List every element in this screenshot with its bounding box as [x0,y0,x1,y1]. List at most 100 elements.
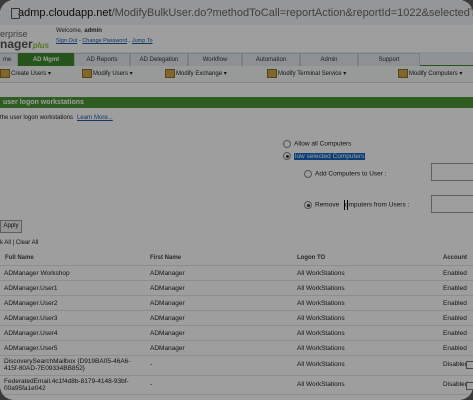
table-row[interactable]: ADManager.User2 ADManager All WorkStatio… [0,295,473,311]
add-computers-radio[interactable] [304,170,312,178]
row-checkbox[interactable] [466,382,473,390]
cell-full-name: ADManager.User1 [4,285,58,292]
table-row[interactable] [0,394,473,400]
table-row[interactable]: ADManager Workshop ADManager All WorkSta… [0,265,473,281]
cell-logon-to: All WorkStations [297,315,345,322]
cell-first-name: ADManager [150,270,185,277]
table-header: Full Name First Name Logon TO Account [0,254,473,264]
modify-terminal-service-label: Modify Terminal Service ▾ [278,71,347,78]
col-account[interactable]: Account [443,255,467,261]
col-full-name[interactable]: Full Name [5,255,34,261]
cell-full-name: ADManager.User2 [4,300,58,307]
col-logon-to[interactable]: Logon TO [297,255,325,261]
main-tabs: me AD Mgmt AD Reports AD Delegation Work… [0,52,473,67]
jump-to-link[interactable]: Jump To [132,38,153,44]
cell-account: Enabled [443,315,467,322]
remove-computers-label-a: Remove [315,201,342,209]
subtitle-text: the user logon workstations [0,115,74,121]
tab-ad-delegation[interactable]: AD Delegation [130,53,188,66]
col-first-name[interactable]: First Name [150,255,181,261]
cell-logon-to: All WorkStations [297,285,345,292]
cell-logon-to: All WorkStations [297,270,345,277]
tab-admin[interactable]: Admin [300,53,358,66]
row-checkbox[interactable] [466,361,473,369]
action-bar: Create Users ▾ Modify Users ▾ Modify Exc… [0,66,473,83]
modify-computers-label: Modify Computers ▾ [409,71,463,78]
table-row[interactable]: DiscoverySearchMailbox {D919BA05-46A6-41… [0,355,473,374]
modify-users-menu[interactable]: Modify Users ▾ [82,69,133,78]
welcome-label: Welcome, [56,28,83,34]
cell-first-name: ADManager [150,345,185,352]
create-users-label: Create Users ▾ [11,71,52,78]
table-row[interactable]: ADManager.User1 ADManager All WorkStatio… [0,280,473,296]
modify-exchange-icon [165,69,175,78]
table-row[interactable]: ADManager.User5 ADManager All WorkStatio… [0,340,473,356]
cell-first-name: - [150,361,153,368]
allow-selected-radio[interactable] [283,152,291,160]
remove-computers-option[interactable]: Remove omputers from Users : [304,201,409,209]
section-subtitle: the user logon workstations Learn More... [0,115,113,121]
browser-address-bar[interactable]: admp.cloudapp.net/ModifyBulkUser.do?meth… [0,0,473,26]
apply-button[interactable]: Apply [0,220,22,233]
cell-full-name: ADManager.User5 [4,345,58,352]
cell-first-name: - [150,381,153,388]
logo-plus: plus [32,41,50,50]
app-header: erprise nagerplus Welcome, admin Sign Ou… [0,25,473,51]
tab-ad-mgmt[interactable]: AD Mgmt [18,53,74,66]
cell-logon-to: All WorkStations [297,300,345,307]
cell-logon-to: All WorkStations [297,361,345,368]
cell-logon-to: All WorkStations [297,381,345,388]
check-links[interactable]: k All | Clear All [0,240,38,246]
allow-selected-label: low selected Computers [294,152,366,160]
table-row[interactable]: ADManager.User3 ADManager All WorkStatio… [0,310,473,326]
cell-full-name: FederatedEmail.4c1f4d8b-8179-4148-93bf-0… [4,378,129,392]
cell-account: Disabled [443,381,469,388]
cell-logon-to: All WorkStations [297,345,345,352]
tab-home[interactable]: me [0,53,18,66]
cell-full-name: ADManager.User4 [4,330,58,337]
allow-all-label: Allow all Computers [294,140,352,148]
allow-all-radio[interactable] [283,140,291,148]
tab-ad-reports[interactable]: AD Reports [74,53,130,66]
add-computers-field[interactable] [431,163,473,181]
cell-account: Enabled [443,285,467,292]
modify-exchange-menu[interactable]: Modify Exchange ▾ [165,69,227,78]
cell-account: Enabled [443,270,467,277]
modify-users-label: Modify Users ▾ [93,71,133,78]
table-row[interactable]: FederatedEmail.4c1f4d8b-8179-4148-93bf-0… [0,375,473,394]
url-text[interactable]: admp.cloudapp.net/ModifyBulkUser.do?meth… [18,7,473,19]
add-computers-option[interactable]: Add Computers to User : [304,170,387,178]
url-host: admp.cloudapp.net [18,6,112,19]
text-cursor-icon [344,200,348,210]
cell-full-name: DiscoverySearchMailbox {D919BA05-46A6-41… [4,358,131,372]
allow-selected-option[interactable]: low selected Computers [283,152,366,160]
logo: nagerplus [0,37,49,51]
remove-computers-radio[interactable] [304,201,312,209]
create-users-icon [0,69,10,78]
header-links: Sign Out - Change Password , Jump To [56,38,153,44]
modify-terminal-service-icon [267,69,277,78]
learn-more-link[interactable]: Learn More... [77,115,113,121]
remove-computers-label-b: omputers from Users : [345,201,410,209]
modify-terminal-service-menu[interactable]: Modify Terminal Service ▾ [267,69,346,78]
add-computers-label: Add Computers to User : [315,170,387,178]
table-row[interactable]: ADManager.User4 ADManager All WorkStatio… [0,325,473,341]
cell-account: Disabled [443,361,469,368]
cell-full-name: ADManager Workshop [4,270,70,277]
modify-computers-menu[interactable]: Modify Computers ▾ [398,69,462,78]
tab-automation[interactable]: Automation [242,53,300,66]
allow-all-option[interactable]: Allow all Computers [283,140,351,148]
cell-account: Enabled [443,345,467,352]
cell-account: Enabled [443,330,467,337]
sign-out-link[interactable]: Sign Out [56,38,77,44]
cell-full-name: ADManager.User3 [4,315,58,322]
create-users-menu[interactable]: Create Users ▾ [0,69,51,78]
cell-first-name: ADManager [150,285,185,292]
change-password-link[interactable]: Change Password [82,38,127,44]
tab-workflow[interactable]: Workflow [188,53,242,66]
tab-support[interactable]: Support [358,53,420,66]
cell-first-name: ADManager [150,315,185,322]
cell-first-name: ADManager [150,300,185,307]
logo-text: nager [0,37,33,51]
remove-computers-field[interactable] [431,195,473,213]
